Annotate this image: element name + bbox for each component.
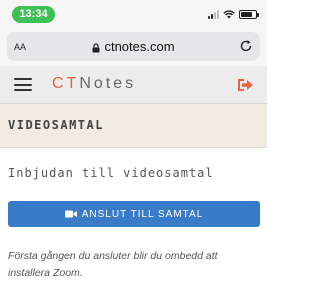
- reload-icon[interactable]: [239, 39, 253, 53]
- browser-bar: AA ctnotes.com: [0, 26, 267, 66]
- status-icons: [208, 8, 259, 20]
- battery-icon: [239, 9, 259, 19]
- invite-heading: Inbjudan till videosamtal: [8, 166, 214, 180]
- status-bar: 13:34: [0, 0, 267, 26]
- lock-icon: [92, 43, 100, 53]
- address-bar[interactable]: AA ctnotes.com: [7, 32, 260, 61]
- join-call-button[interactable]: ANSLUT TILL SAMTAL: [8, 201, 260, 227]
- logo-ct: CT: [52, 75, 80, 92]
- section-header: VIDEOSAMTAL: [0, 104, 267, 148]
- menu-icon[interactable]: [14, 78, 32, 91]
- logout-icon[interactable]: [236, 77, 254, 93]
- zoom-install-note: Första gången du ansluter blir du ombedd…: [8, 250, 218, 279]
- site-logo[interactable]: CTNotes: [52, 75, 136, 93]
- logo-notes: Notes: [79, 75, 137, 92]
- status-time: 13:34: [12, 6, 55, 23]
- video-camera-icon: [64, 210, 77, 218]
- url-display[interactable]: ctnotes.com: [7, 39, 260, 54]
- url-text: ctnotes.com: [104, 39, 175, 54]
- section-title: VIDEOSAMTAL: [8, 118, 104, 132]
- wifi-icon: [223, 9, 235, 18]
- site-header: CTNotes: [0, 66, 267, 104]
- signal-icon: [208, 9, 219, 19]
- join-call-label: ANSLUT TILL SAMTAL: [81, 208, 204, 220]
- battery-level: [241, 11, 252, 17]
